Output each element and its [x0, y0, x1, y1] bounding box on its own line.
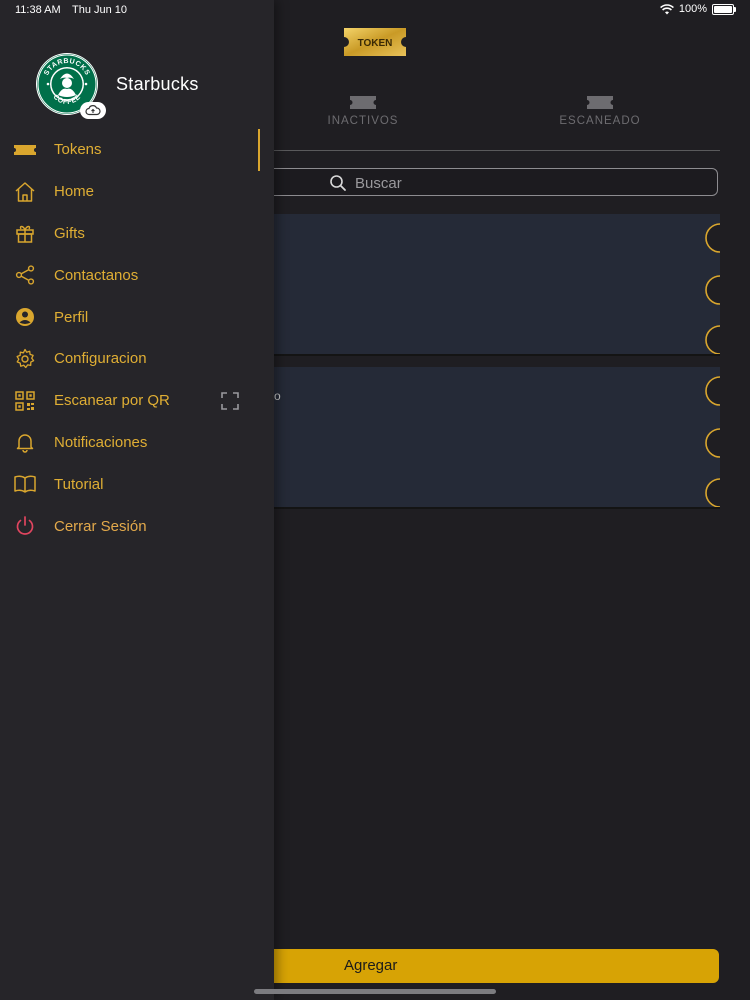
- menu-item-gifts[interactable]: Gifts: [0, 213, 274, 255]
- ticket-icon: [587, 96, 613, 109]
- add-button[interactable]: Agregar: [230, 949, 719, 983]
- qr-code-icon: [14, 390, 36, 412]
- menu-item-home[interactable]: Home: [0, 171, 274, 213]
- menu-item-escanear-qr[interactable]: Escanear por QR: [0, 380, 274, 422]
- menu-item-label: Escanear por QR: [54, 392, 170, 410]
- ticket-edge: [705, 367, 720, 507]
- gift-icon: [14, 222, 36, 244]
- home-indicator[interactable]: [254, 989, 496, 994]
- menu-item-label: Cerrar Sesión: [54, 517, 147, 535]
- menu-item-tutorial[interactable]: Tutorial: [0, 463, 274, 505]
- add-button-label: Agregar: [344, 957, 398, 974]
- tab-escaneado[interactable]: ESCANEADO: [530, 96, 670, 127]
- side-drawer: STARBUCKS COFFEE Starbucks Tokens Home G…: [0, 0, 274, 1000]
- book-icon: [14, 473, 36, 495]
- menu-item-label: Tutorial: [54, 475, 104, 493]
- share-icon: [14, 264, 36, 286]
- menu-item-notificaciones[interactable]: Notificaciones: [0, 422, 274, 464]
- menu-item-cerrar-sesion[interactable]: Cerrar Sesión: [0, 505, 274, 547]
- token-logo-text: TOKEN: [358, 38, 393, 49]
- status-right: 100%: [659, 3, 736, 15]
- menu-item-label: Notificaciones: [54, 433, 148, 451]
- search-icon: [330, 175, 346, 191]
- tab-inactivos[interactable]: INACTIVOS: [293, 96, 433, 127]
- menu-item-label: Home: [54, 183, 95, 201]
- menu-item-perfil[interactable]: Perfil: [0, 296, 274, 338]
- search-input[interactable]: [353, 172, 657, 194]
- status-bar: 11:38 AM Thu Jun 10 100%: [0, 0, 750, 20]
- ticket-icon: [14, 139, 36, 161]
- menu-item-contactanos[interactable]: Contactanos: [0, 254, 274, 296]
- drawer-menu: Tokens Home Gifts Contactanos Perfil Con…: [0, 129, 274, 547]
- home-icon: [14, 181, 36, 203]
- status-time: 11:38 AM: [15, 4, 61, 16]
- menu-item-label: Perfil: [54, 308, 89, 326]
- scan-frame-icon[interactable]: [220, 391, 240, 411]
- menu-item-tokens[interactable]: Tokens: [0, 129, 274, 171]
- menu-item-configuracion[interactable]: Configuracion: [0, 338, 274, 380]
- gear-icon: [14, 348, 36, 370]
- status-date: Thu Jun 10: [72, 4, 128, 16]
- search-bar[interactable]: [240, 168, 718, 196]
- menu-item-label: Gifts: [54, 224, 85, 242]
- tab-escaneado-label: ESCANEADO: [559, 115, 641, 127]
- ticket-edge: [705, 214, 720, 354]
- token-card[interactable]: o: [274, 367, 720, 509]
- menu-item-label: Contactanos: [54, 266, 139, 284]
- wifi-icon: [659, 3, 674, 14]
- menu-item-label: Tokens: [54, 141, 102, 159]
- menu-item-label: Configuracion: [54, 350, 147, 368]
- brand-name: Starbucks: [116, 74, 199, 94]
- ticket-icon: [350, 96, 376, 109]
- battery-percent: 100%: [678, 3, 707, 15]
- battery-icon: [712, 3, 736, 15]
- token-logo: TOKEN: [344, 28, 406, 56]
- user-circle-icon: [14, 306, 36, 328]
- cloud-upload-icon[interactable]: [80, 102, 106, 119]
- bell-icon: [14, 431, 36, 454]
- tab-inactivos-label: INACTIVOS: [327, 115, 399, 127]
- tab-divider: [274, 150, 720, 151]
- power-icon: [14, 515, 36, 537]
- token-card[interactable]: [274, 214, 720, 356]
- token-card-text: o: [274, 389, 281, 403]
